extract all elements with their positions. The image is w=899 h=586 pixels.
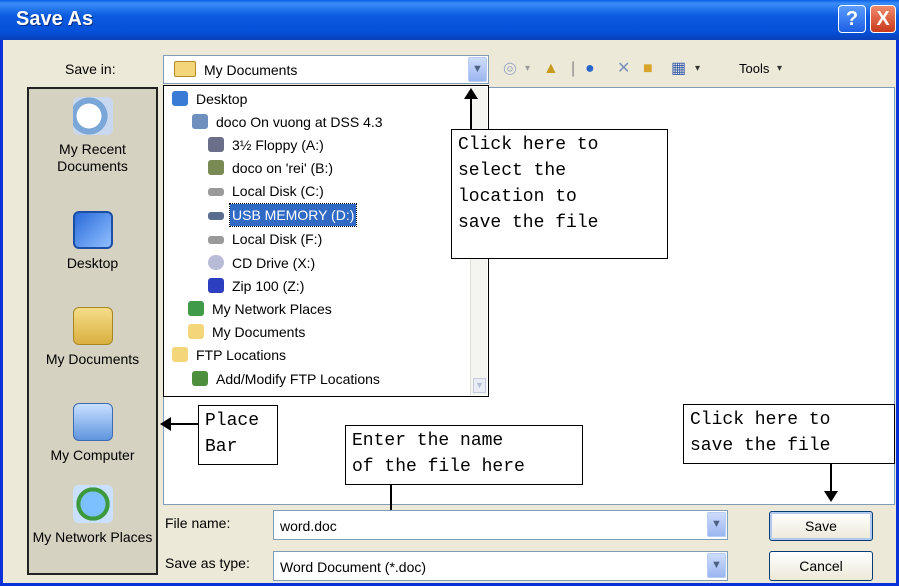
recent-documents-icon	[72, 97, 113, 135]
callout-arrow-location	[470, 98, 472, 130]
zip-icon	[208, 278, 224, 293]
place-my-network-places[interactable]: My Network Places	[29, 485, 156, 546]
place-label: My Documents	[45, 351, 140, 367]
search-web-icon[interactable]: ●	[585, 60, 595, 78]
file-name-input[interactable]: word.doc ▼	[273, 510, 728, 540]
folder-icon	[188, 324, 204, 339]
save-as-type-value: Word Document (*.doc)	[280, 559, 427, 575]
back-dropdown-icon[interactable]: ▾	[525, 60, 530, 78]
cancel-button[interactable]: Cancel	[769, 551, 873, 581]
help-button[interactable]: ?	[838, 5, 866, 33]
file-name-label: File name:	[165, 515, 231, 531]
place-label: My Recent Documents	[57, 141, 128, 174]
network-places-icon	[72, 485, 113, 523]
place-my-documents[interactable]: My Documents	[29, 307, 156, 368]
arrow-up-icon	[464, 88, 478, 99]
place-my-recent-documents[interactable]: My Recent Documents	[29, 97, 156, 175]
save-in-label: Save in:	[65, 61, 116, 77]
callout-place-bar: Place Bar	[198, 405, 278, 465]
arrow-left-icon	[160, 417, 171, 431]
callout-arrow-place-bar	[171, 423, 199, 425]
callout-save-file: Click here to save the file	[683, 404, 895, 464]
separator: |	[571, 60, 576, 77]
drive-icon	[208, 212, 224, 220]
drive-icon	[208, 188, 224, 196]
my-documents-icon	[72, 307, 113, 345]
delete-icon[interactable]: ✕	[617, 60, 630, 78]
computer-icon	[72, 403, 113, 441]
ftp-icon	[192, 371, 208, 386]
network-icon	[188, 301, 204, 316]
folder-icon	[174, 61, 196, 77]
back-icon[interactable]: ◎	[503, 60, 517, 78]
callout-arrow-save	[830, 464, 832, 492]
folder-icon	[172, 347, 188, 362]
chevron-down-icon[interactable]: ▼	[468, 57, 487, 82]
save-in-combo[interactable]: My Documents ▼	[163, 55, 489, 84]
scroll-down-icon[interactable]: ▼	[473, 378, 486, 393]
floppy-icon	[208, 137, 224, 152]
toolbar: ◎ ▾ ▲ | ● ✕ ■ ▦ ▾ Tools ▾	[499, 56, 819, 84]
new-folder-icon[interactable]: ■	[643, 60, 653, 78]
place-my-computer[interactable]: My Computer	[29, 403, 156, 464]
tools-dropdown-icon[interactable]: ▾	[777, 60, 782, 78]
save-in-value: My Documents	[204, 62, 298, 78]
arrow-down-icon	[824, 491, 838, 502]
chevron-down-icon[interactable]: ▼	[707, 553, 726, 578]
places-bar: My Recent Documents Desktop My Documents…	[27, 87, 158, 575]
file-name-value: word.doc	[280, 518, 337, 534]
place-desktop[interactable]: Desktop	[29, 211, 156, 272]
cd-icon	[208, 255, 224, 270]
drive-icon	[208, 236, 224, 244]
window-title: Save As	[16, 8, 94, 30]
save-button[interactable]: Save	[769, 511, 873, 541]
save-in-dropdown-list[interactable]: Desktop doco On vuong at DSS 4.3 3½ Flop…	[163, 85, 489, 397]
save-as-dialog: Save As ? X Save in: My Documents ▼ ◎ ▾ …	[0, 0, 899, 586]
callout-select-location: Click here to select the location to sav…	[451, 129, 668, 259]
chevron-down-icon[interactable]: ▼	[707, 512, 726, 537]
desktop-icon	[72, 211, 113, 249]
place-label: Desktop	[66, 255, 119, 271]
drive-icon	[208, 160, 224, 175]
views-dropdown-icon[interactable]: ▾	[695, 60, 700, 78]
title-bar[interactable]: Save As ? X	[0, 0, 899, 40]
place-label: My Computer	[50, 447, 135, 463]
network-icon	[192, 114, 208, 129]
views-icon[interactable]: ▦	[671, 60, 686, 78]
place-label: My Network Places	[32, 529, 153, 545]
up-folder-icon[interactable]: ▲	[543, 60, 559, 78]
callout-enter-file-name: Enter the name of the file here	[345, 425, 583, 485]
tools-menu[interactable]: Tools	[739, 61, 769, 76]
close-button[interactable]: X	[870, 5, 896, 33]
desktop-icon	[172, 91, 188, 106]
save-as-type-select[interactable]: Word Document (*.doc) ▼	[273, 551, 728, 581]
save-as-type-label: Save as type:	[165, 555, 250, 571]
